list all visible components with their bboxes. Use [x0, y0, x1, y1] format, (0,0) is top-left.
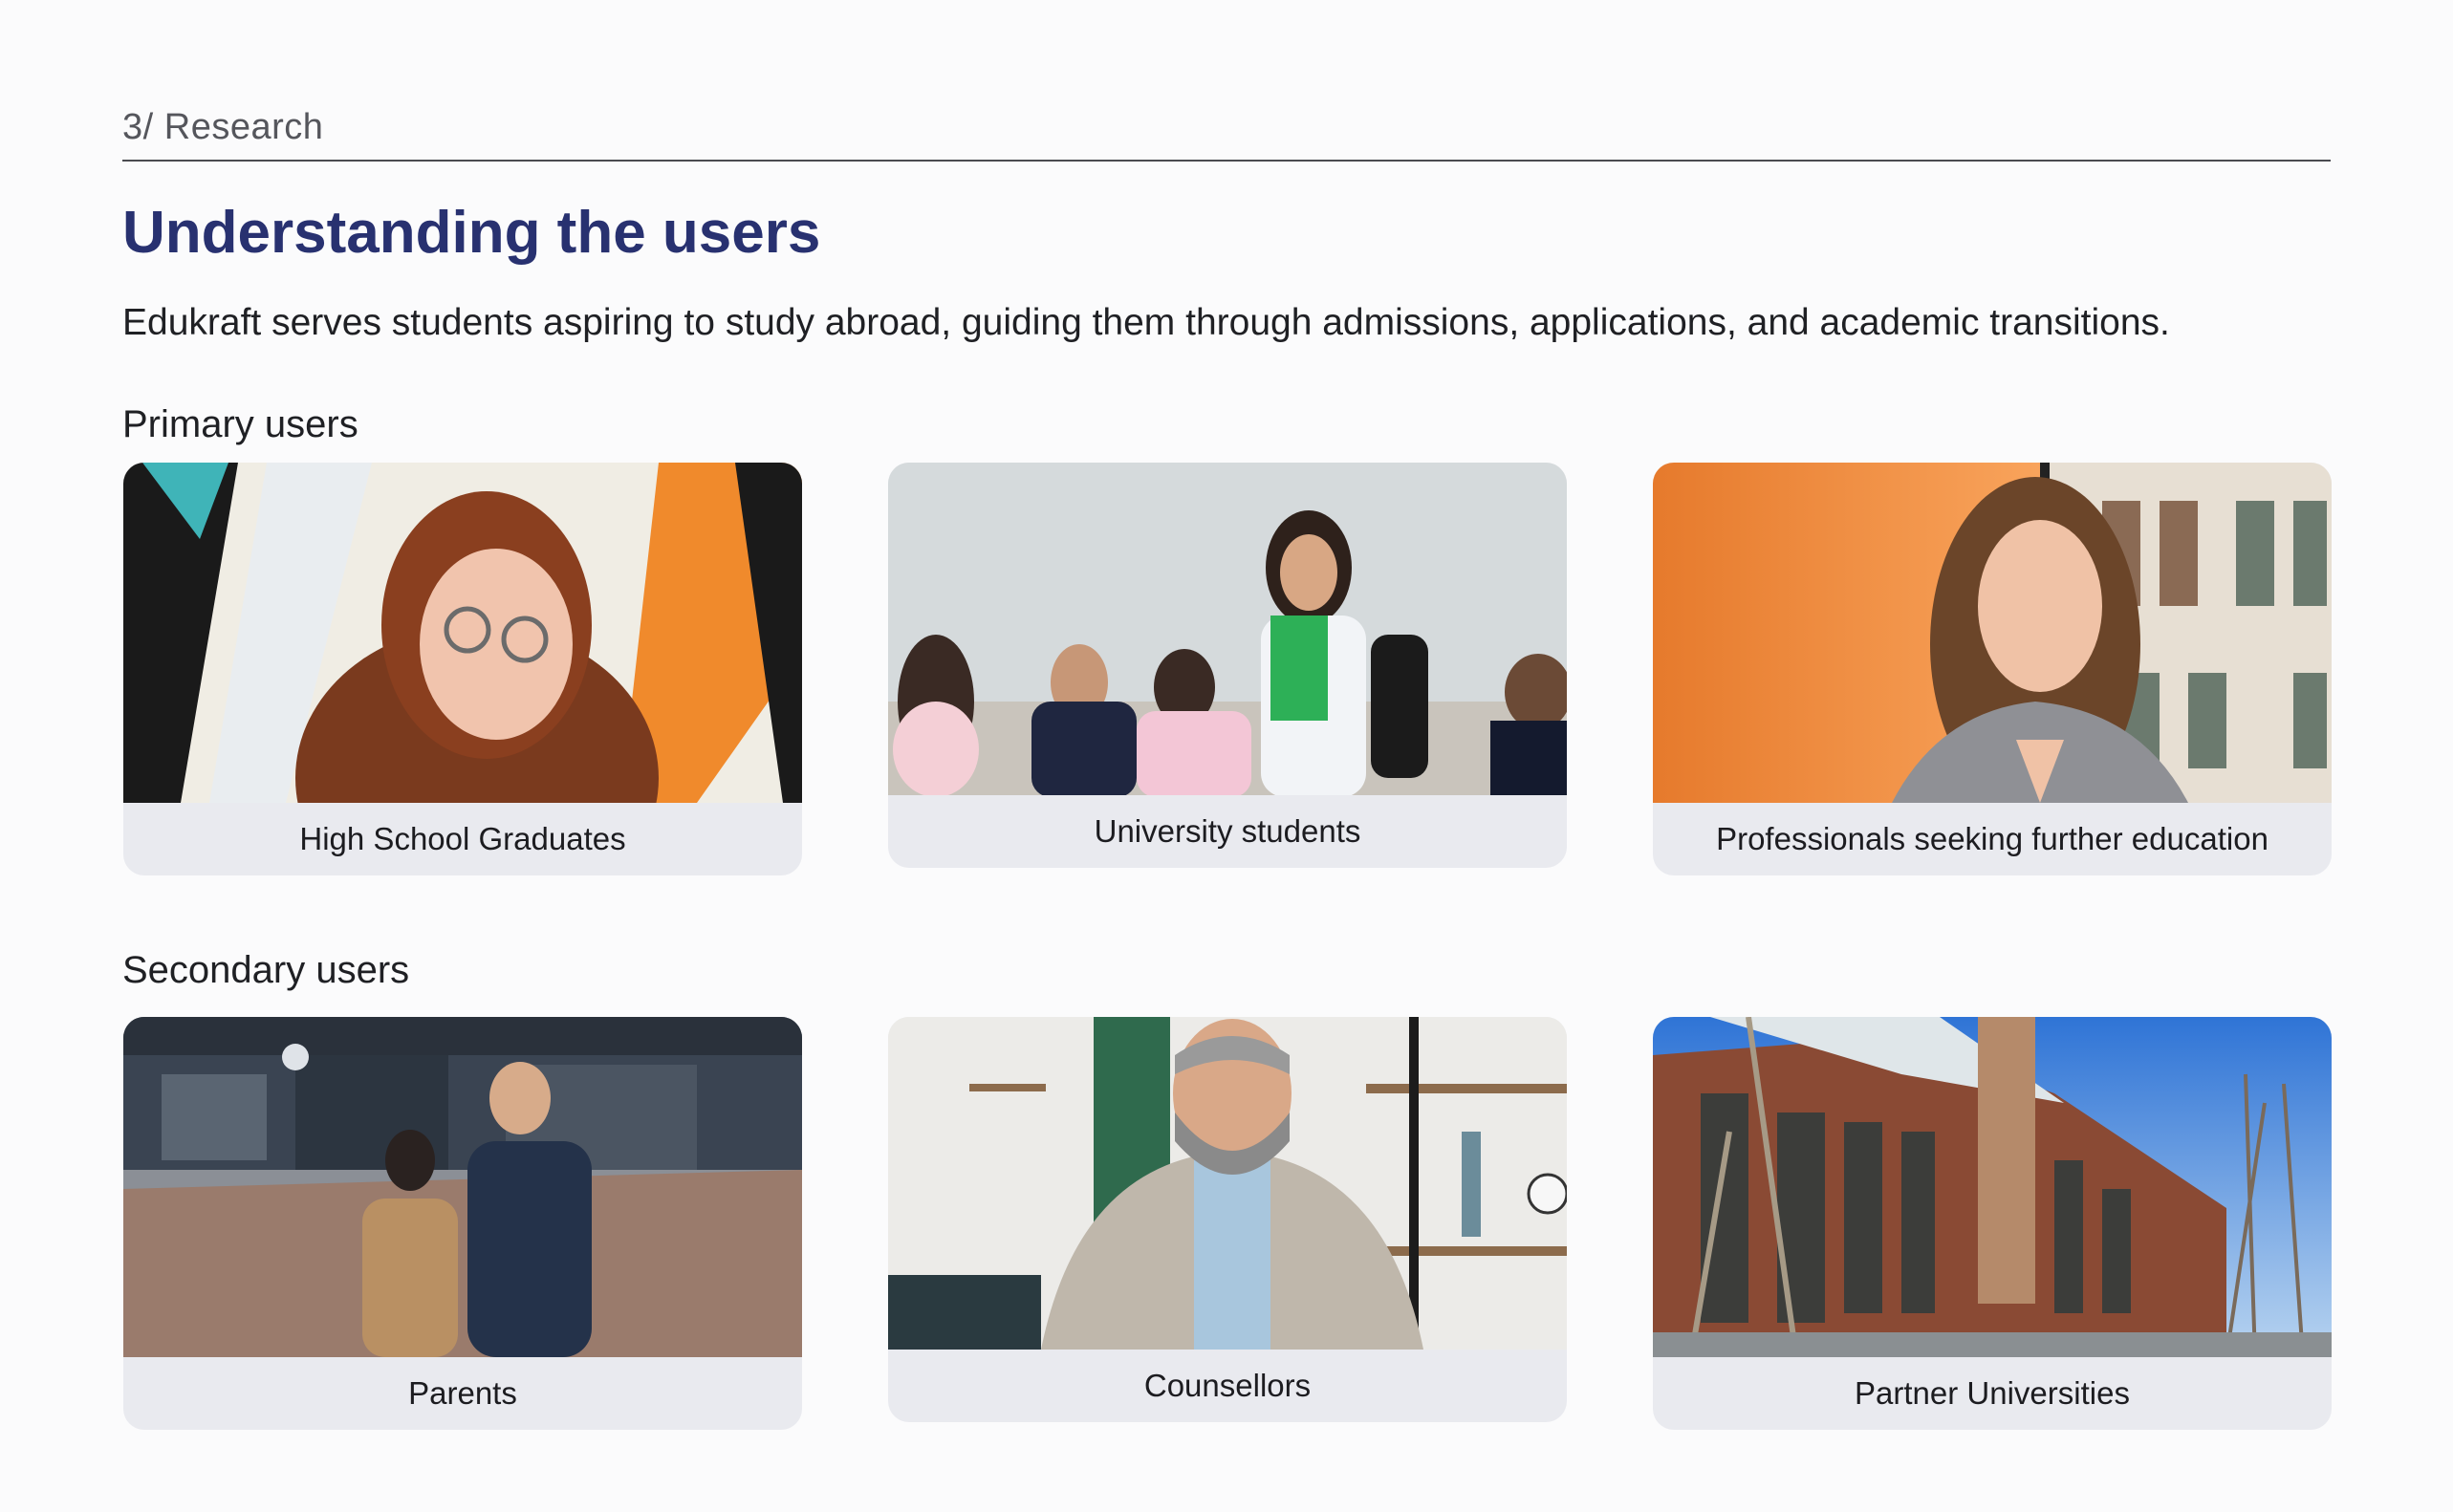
user-card-parents: Parents	[123, 1017, 802, 1430]
page-title: Understanding the users	[122, 200, 821, 266]
primary-users-label: Primary users	[122, 403, 358, 445]
card-caption: University students	[1094, 813, 1361, 849]
user-card-professionals: Professionals seeking further education	[1653, 463, 2332, 875]
section-eyebrow: 3/ Research	[122, 107, 324, 147]
card-caption: Counsellors	[1143, 1368, 1312, 1403]
counsellor-photo	[888, 1017, 1567, 1350]
user-card-high-school-graduates: High School Graduates	[123, 463, 802, 875]
section-description: Edukraft serves students aspiring to stu…	[122, 302, 2170, 343]
professional-woman-photo	[1653, 463, 2332, 803]
secondary-users-label: Secondary users	[122, 949, 410, 991]
card-caption: Parents	[408, 1375, 517, 1411]
user-card-partner-universities: Partner Universities	[1653, 1017, 2332, 1430]
university-students-photo	[888, 463, 1567, 795]
card-caption: High School Graduates	[299, 821, 626, 856]
parents-photo	[123, 1017, 802, 1357]
high-school-graduate-photo	[123, 463, 802, 803]
user-card-counsellors: Counsellors	[888, 1017, 1567, 1422]
card-caption: Partner Universities	[1855, 1375, 2130, 1411]
university-building-photo	[1653, 1017, 2332, 1357]
user-card-university-students: University students	[888, 463, 1567, 868]
section-divider	[122, 160, 2331, 162]
card-caption: Professionals seeking further education	[1716, 821, 2268, 856]
